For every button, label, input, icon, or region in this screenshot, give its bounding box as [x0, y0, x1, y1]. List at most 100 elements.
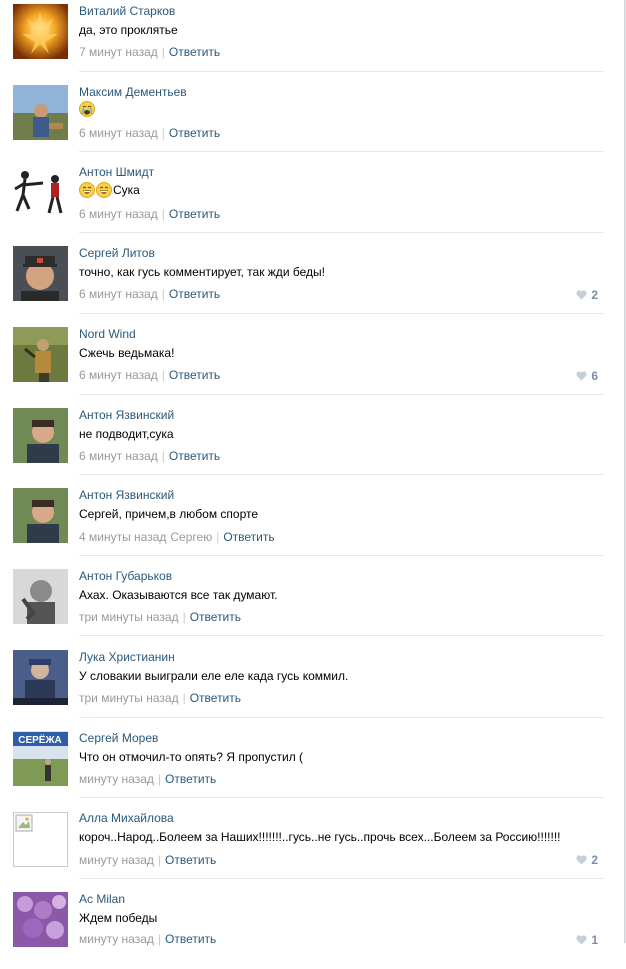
reply-link[interactable]: Ответить	[165, 772, 216, 786]
meta-separator: |	[161, 126, 165, 140]
like-count: 2	[591, 853, 598, 867]
avatar[interactable]: СЕРЁЖА	[13, 731, 68, 786]
like-button[interactable]: 6	[576, 369, 598, 383]
avatar[interactable]	[13, 165, 68, 220]
avatar[interactable]	[13, 408, 68, 463]
avatar[interactable]	[13, 650, 68, 705]
comment-time[interactable]: 6 минут назад	[79, 449, 158, 463]
comment-item: Лука Христианин У словакии выиграли еле …	[0, 646, 626, 727]
comment-author[interactable]: Лука Христианин	[79, 650, 175, 664]
comment-meta: 6 минут назад | Ответить	[79, 207, 220, 221]
divider	[79, 394, 604, 395]
heart-icon	[576, 935, 587, 945]
meta-separator: |	[157, 932, 162, 946]
meta-separator: |	[161, 287, 165, 301]
comment-author[interactable]: Антон Губарьков	[79, 569, 172, 583]
meta-separator: |	[161, 368, 165, 382]
comment-text: Сука	[79, 182, 140, 198]
comment-time[interactable]: три минуты назад	[79, 691, 179, 705]
comment-text: Сергей, причем,в любом спорте	[79, 507, 259, 521]
comment-time[interactable]: минуту назад	[79, 932, 154, 946]
divider	[79, 313, 604, 314]
reply-to-name[interactable]: Сергею	[170, 530, 212, 544]
comment-meta: минуту назад | Ответить	[79, 932, 216, 946]
meta-separator: |	[161, 207, 165, 221]
avatar[interactable]	[13, 327, 68, 382]
like-button[interactable]: 2	[576, 853, 598, 867]
laughing-face-icon	[79, 182, 95, 198]
avatar[interactable]	[13, 246, 68, 301]
avatar[interactable]	[13, 569, 68, 624]
heart-icon	[576, 855, 587, 865]
reply-link[interactable]: Ответить	[169, 287, 220, 301]
comment-meta: 7 минут назад | Ответить	[79, 45, 220, 59]
avatar[interactable]	[13, 488, 68, 543]
comment-time[interactable]: 6 минут назад	[79, 126, 158, 140]
comment-item: Алла Михайлова короч..Народ..Болеем за Н…	[0, 807, 626, 888]
reply-link[interactable]: Ответить	[169, 368, 220, 382]
comment-author[interactable]: Nord Wind	[79, 327, 136, 341]
laughing-face-icon	[96, 182, 112, 198]
meta-separator: |	[157, 772, 162, 786]
comment-time[interactable]: 6 минут назад	[79, 287, 158, 301]
comment-author[interactable]: Сергей Морев	[79, 731, 158, 745]
avatar[interactable]	[13, 85, 68, 140]
comment-time[interactable]: три минуты назад	[79, 610, 179, 624]
reply-link[interactable]: Ответить	[169, 126, 220, 140]
reply-link[interactable]: Ответить	[169, 45, 220, 59]
like-button[interactable]: 2	[576, 288, 598, 302]
comment-item: Антон Язвинский не подводит,сука 6 минут…	[0, 404, 626, 485]
broken-image-icon	[15, 814, 33, 832]
like-button[interactable]: 1	[576, 933, 598, 947]
meta-separator: |	[161, 449, 165, 463]
comment-item: Ac Milan Ждем победы минуту назад | Ответи…	[0, 888, 626, 969]
comment-item: Антон Губарьков Ахах. Оказываются все та…	[0, 565, 626, 646]
divider	[79, 797, 604, 798]
comment-time[interactable]: минуту назад	[79, 853, 154, 867]
divider	[79, 151, 604, 152]
comment-item: Максим Дементьев 6 минут назад | Ответить	[0, 81, 626, 162]
comment-item: Виталий Старков да, это проклятье 7 мину…	[0, 0, 626, 81]
comment-author[interactable]: Антон Язвинский	[79, 488, 174, 502]
comment-author[interactable]: Антон Шмидт	[79, 165, 154, 179]
comment-meta: 6 минут назад | Ответить	[79, 368, 220, 382]
reply-link[interactable]: Ответить	[165, 932, 216, 946]
comment-text: не подводит,сука	[79, 427, 174, 441]
comment-meta: 6 минут назад | Ответить	[79, 287, 220, 301]
comment-text: У словакии выиграли еле еле када гусь ко…	[79, 669, 349, 683]
avatar[interactable]	[13, 812, 68, 867]
comment-item: Сергей Литов точно, как гусь комментируе…	[0, 242, 626, 323]
comment-author[interactable]: Ac Milan	[79, 892, 125, 906]
like-count: 1	[591, 933, 598, 947]
meta-separator: |	[216, 530, 220, 544]
comment-author[interactable]: Максим Дементьев	[79, 85, 187, 99]
comment-time[interactable]: 6 минут назад	[79, 368, 158, 382]
comment-meta: три минуты назад | Ответить	[79, 610, 241, 624]
avatar[interactable]	[13, 4, 68, 59]
divider	[79, 555, 604, 556]
comment-text: Ждем победы	[79, 911, 158, 925]
comment-author[interactable]: Алла Михайлова	[79, 811, 174, 825]
divider	[79, 878, 604, 879]
like-count: 2	[591, 288, 598, 302]
comment-time[interactable]: 6 минут назад	[79, 207, 158, 221]
reply-link[interactable]: Ответить	[165, 853, 216, 867]
reply-link[interactable]: Ответить	[169, 207, 220, 221]
reply-link[interactable]: Ответить	[223, 530, 274, 544]
comment-author[interactable]: Виталий Старков	[79, 4, 175, 18]
comment-item: Антон Шмидт Сука 6 минут назад | Ответить	[0, 161, 626, 242]
reply-link[interactable]: Ответить	[190, 610, 241, 624]
comment-time[interactable]: 7 минут назад	[79, 45, 158, 59]
comment-author[interactable]: Антон Язвинский	[79, 408, 174, 422]
comment-time[interactable]: минуту назад	[79, 772, 154, 786]
comment-item: Nord Wind Сжечь ведьмака! 6 минут назад |…	[0, 323, 626, 404]
reply-link[interactable]: Ответить	[190, 691, 241, 705]
comment-author[interactable]: Сергей Литов	[79, 246, 155, 260]
comment-time[interactable]: 4 минуты назад	[79, 530, 166, 544]
comment-meta: 4 минуты назад Сергею | Ответить	[79, 530, 275, 544]
comment-meta: 6 минут назад | Ответить	[79, 449, 220, 463]
like-count: 6	[591, 369, 598, 383]
avatar[interactable]	[13, 892, 68, 947]
reply-link[interactable]: Ответить	[169, 449, 220, 463]
meta-separator: |	[161, 45, 165, 59]
